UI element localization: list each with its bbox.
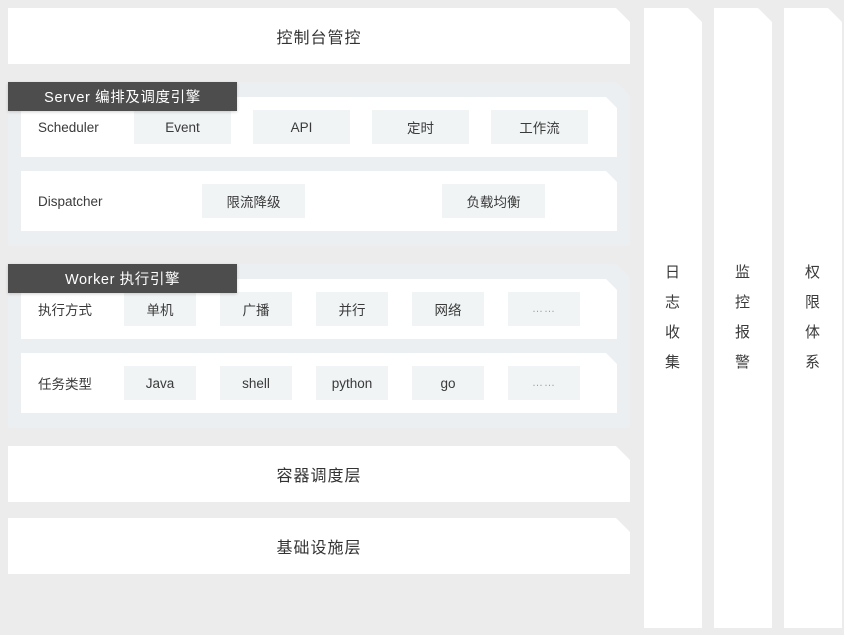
side-column-permissions-char-2: 限: [804, 294, 821, 311]
row-label-task-type: 任务类型: [38, 377, 92, 392]
side-column-monitoring-label: 监 控 报 警: [714, 258, 772, 378]
architecture-diagram: 控制台管控 Server 编排及调度引擎 Scheduler Event API…: [0, 0, 844, 635]
section-tab-worker: Worker 执行引擎: [8, 264, 237, 293]
side-column-permissions-char-4: 系: [804, 354, 821, 371]
row-task-type: 任务类型 Java shell python go ……: [21, 353, 617, 413]
section-tab-server: Server 编排及调度引擎: [8, 82, 237, 111]
chip-load-balance: 负载均衡: [442, 184, 545, 218]
chip-broadcast: 广播: [220, 292, 292, 326]
row-dispatcher: Dispatcher 限流降级 负载均衡: [21, 171, 617, 231]
chip-python: python: [316, 366, 388, 400]
layer-container-scheduling: 容器调度层: [8, 446, 630, 502]
row-label-dispatcher: Dispatcher: [38, 193, 103, 209]
side-column-logging-char-4: 集: [664, 354, 681, 371]
side-column-monitoring-char-3: 报: [734, 324, 751, 341]
side-column-monitoring-char-1: 监: [734, 264, 751, 281]
chip-standalone: 单机: [124, 292, 196, 326]
side-column-monitoring: 监 控 报 警: [714, 8, 772, 628]
chip-network: 网络: [412, 292, 484, 326]
side-column-permissions-char-1: 权: [804, 264, 821, 281]
chip-rate-limit-degrade: 限流降级: [202, 184, 305, 218]
main-layer-stack: 控制台管控 Server 编排及调度引擎 Scheduler Event API…: [8, 8, 630, 574]
chip-api: API: [253, 110, 350, 144]
side-column-logging: 日 志 收 集: [644, 8, 702, 628]
side-column-logging-char-3: 收: [664, 324, 681, 341]
chip-go: go: [412, 366, 484, 400]
section-server: Server 编排及调度引擎 Scheduler Event API 定时 工作…: [8, 82, 630, 246]
row-label-execution-mode: 执行方式: [38, 303, 92, 318]
side-column-permissions: 权 限 体 系: [784, 8, 842, 628]
chip-workflow: 工作流: [491, 110, 588, 144]
side-column-group: 日 志 收 集 监 控 报 警 权 限 体 系: [644, 8, 842, 628]
side-column-monitoring-char-2: 控: [734, 294, 751, 311]
side-column-logging-char-1: 日: [664, 264, 681, 281]
side-column-monitoring-char-4: 警: [734, 354, 751, 371]
layer-console: 控制台管控: [8, 8, 630, 64]
chip-task-type-more: ……: [508, 366, 580, 400]
side-column-permissions-label: 权 限 体 系: [784, 258, 842, 378]
layer-infrastructure: 基础设施层: [8, 518, 630, 574]
side-column-logging-label: 日 志 收 集: [644, 258, 702, 378]
chip-shell: shell: [220, 366, 292, 400]
row-label-scheduler: Scheduler: [38, 119, 99, 135]
chip-event: Event: [134, 110, 231, 144]
chip-execution-more: ……: [508, 292, 580, 326]
chip-parallel: 并行: [316, 292, 388, 326]
chip-timed: 定时: [372, 110, 469, 144]
side-column-permissions-char-3: 体: [804, 324, 821, 341]
chip-java: Java: [124, 366, 196, 400]
side-column-logging-char-2: 志: [664, 294, 681, 311]
section-worker: Worker 执行引擎 执行方式 单机 广播 并行 网络 …… 任务类型 Jav…: [8, 264, 630, 428]
